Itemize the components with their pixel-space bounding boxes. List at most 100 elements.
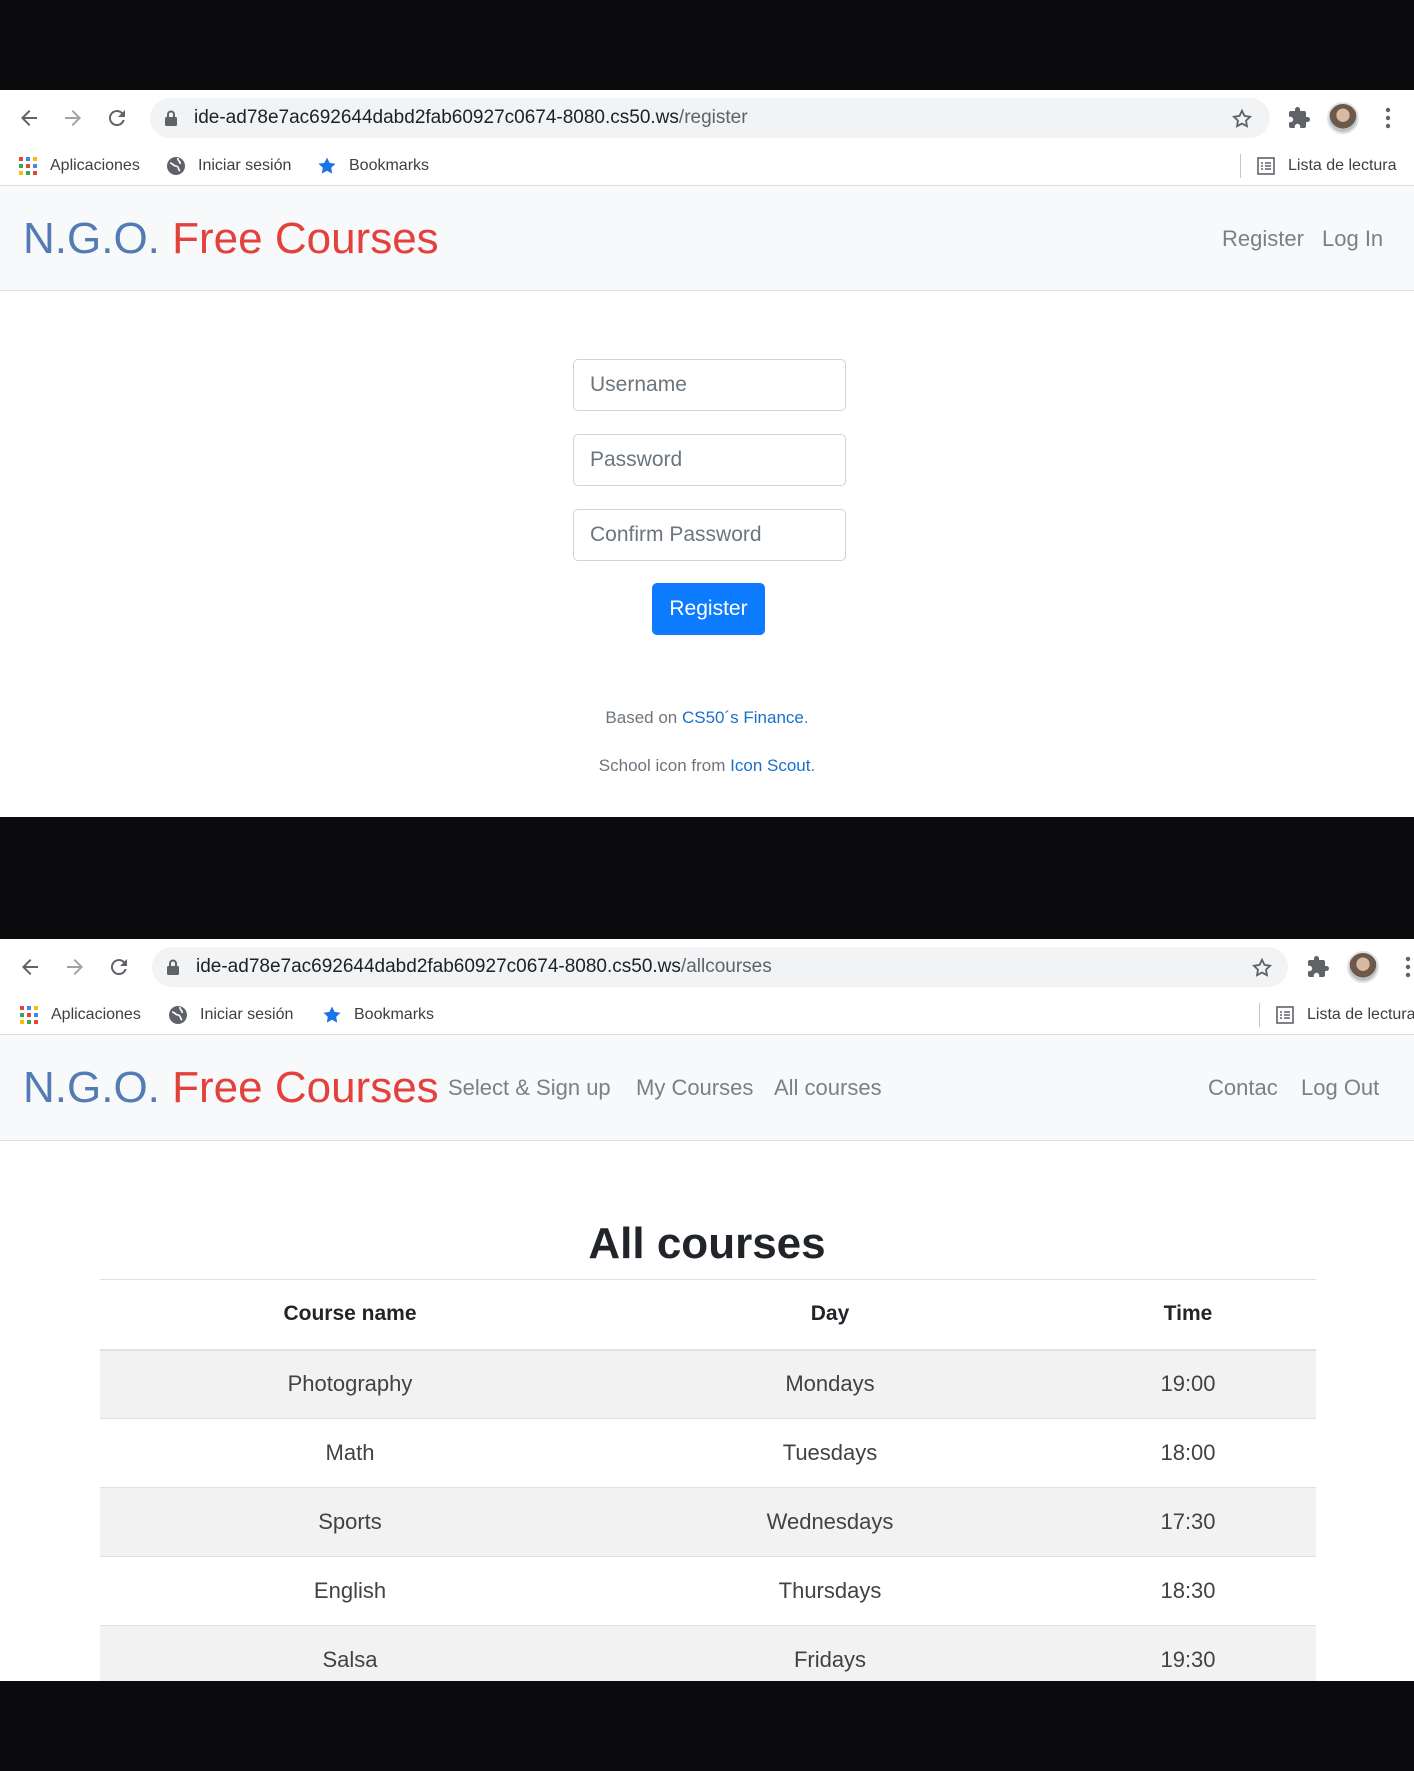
nav-contact-link[interactable]: Contac (1208, 1035, 1278, 1141)
column-header-course: Course name (100, 1279, 600, 1351)
course-time-cell: 19:30 (1060, 1625, 1316, 1681)
course-name-cell: Sports (100, 1487, 600, 1557)
extensions-puzzle-icon[interactable] (1287, 106, 1311, 130)
bookmark-apps[interactable]: Aplicaciones (18, 146, 140, 186)
lock-icon (165, 110, 177, 126)
back-arrow-icon (21, 110, 37, 126)
course-day-cell: Fridays (600, 1625, 1060, 1681)
course-day-cell: Thursdays (600, 1556, 1060, 1626)
reload-button[interactable] (102, 103, 132, 133)
app-navbar: N.G.O. Free Courses Register Log In (0, 186, 1414, 291)
nav-all-courses-link[interactable]: All courses (774, 1035, 882, 1141)
reading-list-label: Lista de lectura (1288, 157, 1397, 174)
course-day-cell: Mondays (600, 1349, 1060, 1419)
nav-my-courses-link[interactable]: My Courses (636, 1035, 753, 1141)
reading-list-label: Lista de lectura (1307, 1006, 1414, 1023)
table-row: English Thursdays 18:30 (100, 1556, 1316, 1626)
allcourses-screenshot: ide-ad78e7ac692644dabd2fab60927c0674-808… (0, 939, 1414, 1681)
reload-button[interactable] (104, 952, 134, 982)
bookmark-apps[interactable]: Aplicaciones (19, 995, 141, 1035)
course-day-cell: Tuesdays (600, 1418, 1060, 1488)
bookmark-label: Bookmarks (354, 1006, 435, 1023)
nav-register-link[interactable]: Register (1222, 186, 1304, 291)
nav-login-link[interactable]: Log In (1322, 186, 1383, 291)
bookmark-label: Aplicaciones (51, 1006, 141, 1023)
footer-text: School icon from (598, 756, 731, 775)
table-row: Sports Wednesdays 17:30 (100, 1487, 1316, 1557)
back-button[interactable] (14, 103, 44, 133)
username-input[interactable]: Username (573, 359, 846, 411)
bookmark-label: Iniciar sesión (200, 1006, 294, 1023)
confirm-password-input[interactable]: Confirm Password (573, 509, 846, 561)
star-icon (318, 157, 336, 174)
page-title: All courses (588, 1219, 826, 1268)
bookmark-label: Iniciar sesión (198, 157, 292, 174)
column-header-time: Time (1060, 1279, 1316, 1351)
bookmark-bookmarks[interactable]: Bookmarks (317, 146, 429, 186)
reading-list[interactable]: Lista de lectura (1256, 146, 1397, 186)
forward-arrow-icon (65, 110, 81, 126)
reading-list-icon (1276, 1006, 1294, 1024)
url-text: ide-ad78e7ac692644dabd2fab60927c0674-808… (196, 956, 772, 977)
course-time-cell: 18:00 (1060, 1418, 1316, 1488)
url-text: ide-ad78e7ac692644dabd2fab60927c0674-808… (194, 107, 748, 128)
register-submit-button[interactable]: Register (652, 583, 765, 635)
reload-icon (110, 959, 127, 976)
browser-toolbar: ide-ad78e7ac692644dabd2fab60927c0674-808… (0, 939, 1414, 995)
brand-free-courses: Free Courses (172, 1063, 439, 1112)
brand-logo[interactable]: N.G.O. Free Courses (23, 1035, 439, 1141)
course-name-cell: Math (100, 1418, 600, 1488)
footer-text: . (810, 756, 816, 775)
reading-list[interactable]: Lista de lectura (1275, 995, 1414, 1035)
register-screenshot: ide-ad78e7ac692644dabd2fab60927c0674-808… (0, 90, 1414, 817)
footer-text: Based on (605, 708, 682, 727)
brand-ngo: N.G.O. (23, 214, 160, 263)
profile-avatar[interactable] (1327, 102, 1359, 134)
nav-logout-link[interactable]: Log Out (1301, 1035, 1379, 1141)
bookmarks-separator (1240, 154, 1241, 178)
footer-credit-icon: School icon from Icon Scout. (0, 756, 1414, 776)
forward-button[interactable] (60, 952, 90, 982)
course-time-cell: 19:00 (1060, 1349, 1316, 1419)
browser-toolbar: ide-ad78e7ac692644dabd2fab60927c0674-808… (0, 90, 1414, 146)
cs50-finance-link[interactable]: CS50´s Finance (682, 708, 804, 727)
bookmark-star-icon[interactable] (1231, 108, 1253, 130)
globe-icon (169, 1006, 187, 1024)
course-time-cell: 18:30 (1060, 1556, 1316, 1626)
nav-select-signup-link[interactable]: Select & Sign up (448, 1035, 611, 1141)
table-row: Photography Mondays 19:00 (100, 1349, 1316, 1419)
course-name-cell: Salsa (100, 1625, 600, 1681)
back-button[interactable] (15, 952, 45, 982)
bookmark-bookmarks[interactable]: Bookmarks (322, 995, 434, 1035)
profile-avatar[interactable] (1347, 951, 1379, 983)
icon-scout-link[interactable]: Icon Scout (730, 756, 810, 775)
bookmark-star-icon[interactable] (1251, 957, 1273, 979)
table-header-row: Course name Day Time (100, 1279, 1316, 1351)
course-time-cell: 17:30 (1060, 1487, 1316, 1557)
apps-grid-icon (19, 157, 37, 175)
extensions-puzzle-icon[interactable] (1306, 955, 1330, 979)
brand-logo[interactable]: N.G.O. Free Courses (23, 186, 439, 291)
password-input[interactable]: Password (573, 434, 846, 486)
reload-icon (108, 110, 125, 127)
bookmark-signin[interactable]: Iniciar sesión (168, 995, 293, 1035)
lock-icon (167, 959, 179, 975)
menu-kebab-icon[interactable] (1385, 107, 1391, 129)
app-navbar: N.G.O. Free Courses Select & Sign up My … (0, 1035, 1414, 1141)
course-name-cell: English (100, 1556, 600, 1626)
bookmark-signin[interactable]: Iniciar sesión (166, 146, 291, 186)
footer-text: . (803, 708, 809, 727)
address-bar[interactable]: ide-ad78e7ac692644dabd2fab60927c0674-808… (152, 947, 1288, 987)
bookmark-label: Aplicaciones (50, 157, 140, 174)
forward-button[interactable] (58, 103, 88, 133)
table-row: Math Tuesdays 18:00 (100, 1418, 1316, 1488)
bookmarks-bar: Aplicaciones Iniciar sesión Bookmarks Li… (0, 995, 1414, 1035)
globe-icon (167, 157, 185, 175)
address-bar[interactable]: ide-ad78e7ac692644dabd2fab60927c0674-808… (150, 98, 1270, 138)
menu-kebab-icon[interactable] (1405, 956, 1411, 978)
brand-ngo: N.G.O. (23, 1063, 160, 1112)
star-icon (323, 1006, 341, 1023)
footer-credit-finance: Based on CS50´s Finance. (0, 708, 1414, 728)
course-day-cell: Wednesdays (600, 1487, 1060, 1557)
apps-grid-icon (20, 1006, 38, 1024)
